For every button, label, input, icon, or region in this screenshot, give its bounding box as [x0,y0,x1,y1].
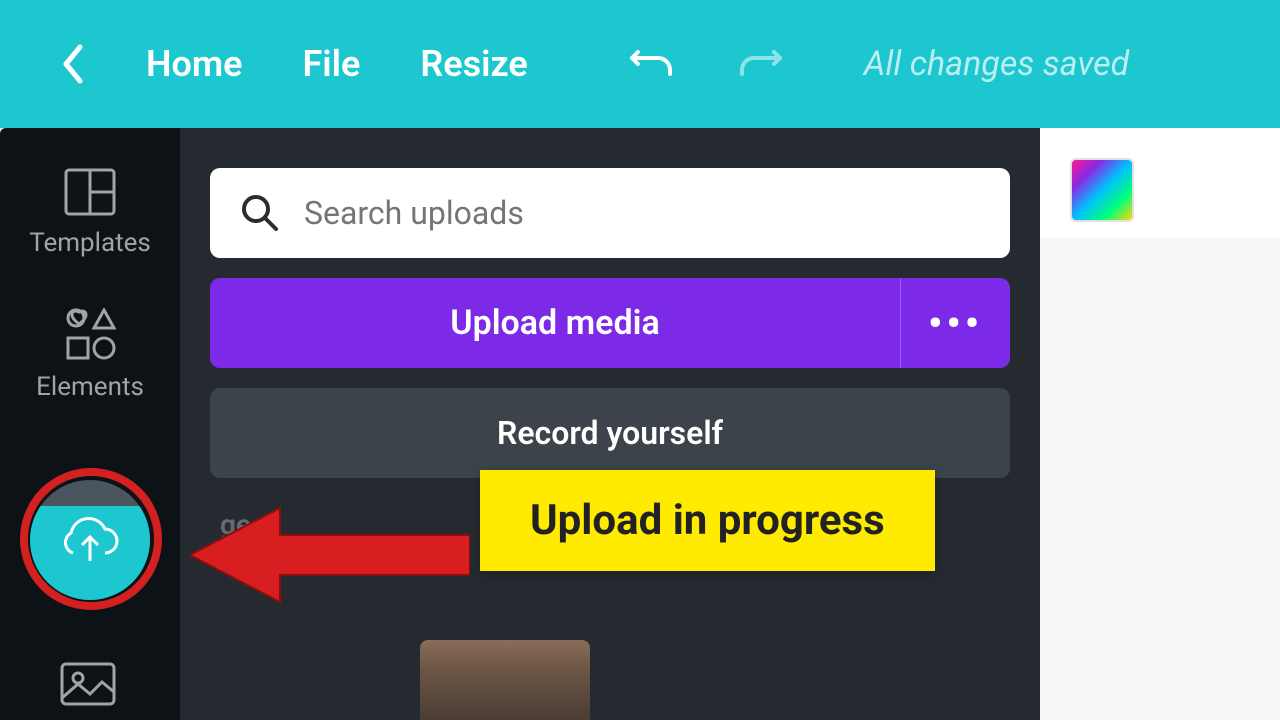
undo-icon[interactable] [628,44,676,84]
color-picker-swatch[interactable] [1070,158,1134,222]
cloud-upload-icon [57,515,123,565]
photos-icon [60,662,116,706]
upload-media-button[interactable]: Upload media ••• [210,278,1010,368]
resize-menu[interactable]: Resize [420,43,527,85]
sidebar-label: Elements [36,372,144,402]
annotation-text: Upload in progress [530,496,885,545]
upload-media-label: Upload media [210,303,900,343]
elements-icon [62,308,118,360]
search-input[interactable] [304,194,980,232]
sidebar-item-elements[interactable]: Elements [36,308,144,402]
sidebar-item-uploads[interactable] [30,480,150,600]
annotation-callout: Upload in progress [480,470,935,571]
sidebar-item-photos[interactable] [60,662,116,710]
search-icon [240,193,280,233]
file-menu[interactable]: File [303,43,361,85]
tab-images-partial[interactable]: ges [220,508,265,541]
sidebar-label: Templates [29,228,151,258]
home-link[interactable]: Home [146,43,243,85]
save-status: All changes saved [864,44,1129,84]
top-menu-bar: Home File Resize All changes saved [0,0,1280,128]
upload-thumbnail[interactable] [420,640,590,720]
redo-icon[interactable] [736,44,784,84]
upload-more-options[interactable]: ••• [900,278,1010,368]
templates-icon [64,168,116,216]
sidebar-item-templates[interactable]: Templates [29,168,151,258]
canvas-toolbar-area [1040,128,1280,720]
back-chevron-icon[interactable] [60,43,86,85]
search-box[interactable] [210,168,1010,258]
record-yourself-button[interactable]: Record yourself [210,388,1010,478]
main-area: Templates Elements Upload media ••• Reco… [0,128,1280,720]
uploads-panel: Upload media ••• Record yourself ges [180,128,1040,720]
side-nav: Templates Elements [0,128,180,720]
